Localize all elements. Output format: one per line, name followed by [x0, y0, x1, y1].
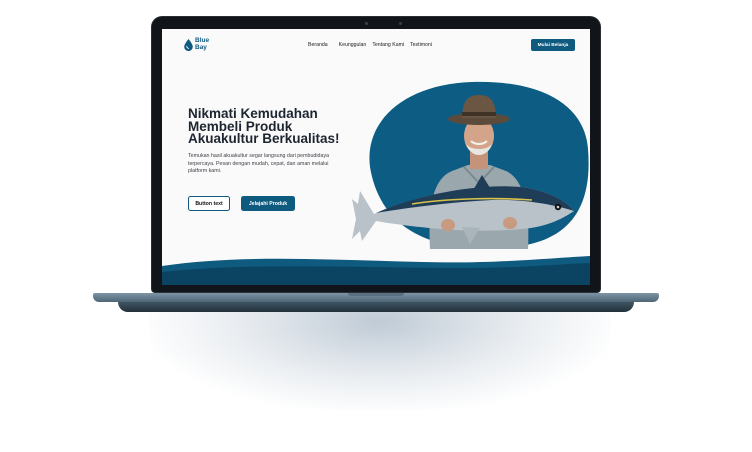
laptop-base-notch — [348, 293, 404, 296]
nav-link-beranda[interactable]: Beranda — [308, 42, 328, 48]
nav-link-tentang-kami[interactable]: Tentang Kami — [372, 42, 404, 48]
laptop-shadow — [150, 300, 610, 410]
brand-line-2: Bay — [195, 43, 207, 51]
hero-image — [352, 81, 589, 249]
brand-name: Blue Bay — [195, 37, 209, 51]
button-text-button[interactable]: Button text — [188, 196, 230, 211]
camera-dot — [399, 22, 402, 25]
nav-link-testimoni[interactable]: Testimoni — [410, 42, 432, 48]
nav-link-keunggulan[interactable]: Keunggulan — [339, 42, 367, 48]
explore-products-button[interactable]: Jelajahi Produk — [241, 196, 295, 211]
nav-links: Beranda Keunggulan Tentang Kami Testimon… — [308, 42, 443, 48]
laptop-base-lower — [118, 302, 634, 312]
hero-title: Nikmati Kemudahan Membeli Produk Akuakul… — [188, 107, 340, 146]
hero-title-line: Akuakultur Berkualitas! — [188, 131, 340, 146]
navbar: Blue Bay Beranda Keunggulan Tentang Kami… — [162, 29, 590, 63]
camera-dot — [365, 22, 368, 25]
laptop-screen: Blue Bay Beranda Keunggulan Tentang Kami… — [162, 29, 590, 285]
bottom-wave — [162, 256, 590, 285]
water-drop-icon — [184, 38, 193, 51]
start-shopping-button[interactable]: Mulai Belanja — [531, 39, 575, 51]
hero-description: Temukan hasil akuakultur segar langsung … — [188, 153, 330, 175]
brand-logo[interactable]: Blue Bay — [184, 37, 209, 51]
